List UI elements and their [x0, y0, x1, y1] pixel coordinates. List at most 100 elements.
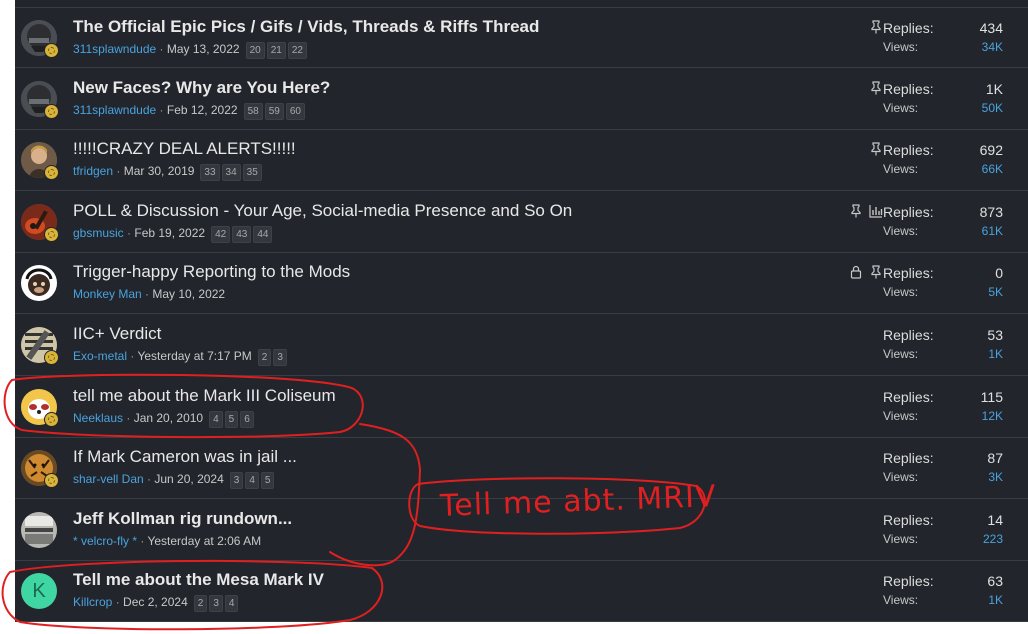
user-badge-icon [44, 411, 59, 427]
thread-row[interactable]: tell me about the Mark III Coliseum Neekl… [15, 377, 1028, 438]
page-jump-links: 58 59 60 [243, 102, 307, 120]
thread-row[interactable]: The Official Epic Pics / Gifs / Vids, Th… [15, 7, 1028, 68]
page-link[interactable]: 33 [200, 164, 220, 182]
thread-row[interactable]: POLL & Discussion - Your Age, Social-med… [15, 192, 1028, 253]
thread-row[interactable]: New Faces? Why are You Here? 311splawndud… [15, 69, 1028, 130]
page-link[interactable]: 2 [257, 349, 272, 366]
replies-count: 434 [979, 20, 1003, 36]
thread-title[interactable]: If Mark Cameron was in jail ... [73, 447, 297, 467]
meta-separator: · [112, 595, 124, 610]
thread-date[interactable]: May 10, 2022 [152, 287, 225, 301]
page-link[interactable]: 35 [242, 164, 262, 182]
thread-row[interactable]: K Tell me about the Mesa Mark IV Killcrop … [15, 561, 1028, 623]
page-link[interactable]: 3 [209, 595, 223, 613]
thread-date[interactable]: Jun 20, 2024 [154, 472, 223, 486]
views-label: Views: [883, 408, 919, 423]
pin-icon [869, 142, 883, 156]
thread-author[interactable]: 311splawndude [73, 42, 156, 56]
thread-author[interactable]: Exo-metal [73, 349, 127, 363]
page-link[interactable]: 42 [211, 225, 231, 243]
page-link[interactable]: 22 [287, 42, 307, 59]
meta-separator: · [127, 349, 138, 363]
thread-meta: shar-vell Dan · Jun 20, 2024 3 4 5 [73, 472, 276, 490]
lock-icon [849, 265, 863, 279]
page-link[interactable]: 34 [221, 164, 241, 182]
thread-status-icons [849, 204, 883, 218]
thread-meta: Killcrop · Dec 2, 2024 2 3 4 [73, 595, 241, 613]
thread-row[interactable]: IIC+ Verdict Exo-metal · Yesterday at 7:1… [15, 315, 1028, 376]
thread-date[interactable]: Yesterday at 7:17 PM [137, 349, 251, 363]
replies-count: 87 [987, 450, 1003, 467]
user-avatar[interactable] [21, 511, 57, 548]
page-link[interactable]: 5 [260, 472, 275, 490]
thread-author[interactable]: Monkey Man [73, 287, 142, 301]
thread-date[interactable]: Jan 20, 2010 [134, 411, 203, 425]
user-avatar[interactable]: K [21, 573, 57, 610]
thread-status-icons [849, 265, 883, 279]
thread-row[interactable]: Trigger-happy Reporting to the Mods Monke… [15, 253, 1028, 315]
views-count: 50K [981, 100, 1003, 115]
meta-separator: · [141, 287, 153, 302]
pin-icon [869, 20, 883, 34]
thread-date[interactable]: Feb 12, 2022 [167, 103, 238, 117]
thread-date[interactable]: Dec 2, 2024 [123, 595, 188, 609]
user-avatar[interactable] [21, 265, 57, 302]
meta-separator: · [113, 164, 124, 179]
thread-author[interactable]: tfridgen [73, 164, 113, 178]
meta-separator: · [156, 42, 167, 56]
replies-count: 63 [987, 573, 1003, 590]
page-link[interactable]: 4 [245, 472, 259, 490]
thread-date[interactable]: Feb 19, 2022 [134, 226, 205, 240]
thread-author[interactable]: shar-vell Dan [73, 472, 144, 486]
thread-meta: * velcro-fly * · Yesterday at 2:06 AM [73, 534, 261, 548]
page-link[interactable]: 21 [266, 42, 286, 59]
thread-row[interactable]: !!!!!CRAZY DEAL ALERTS!!!!! tfridgen · Ma… [15, 130, 1028, 192]
thread-title[interactable]: Tell me about the Mesa Mark IV [73, 570, 324, 590]
page-link[interactable]: 58 [243, 102, 263, 120]
page-link[interactable]: 60 [285, 102, 305, 120]
user-badge-icon [44, 226, 59, 242]
replies-label: Replies: [883, 265, 934, 282]
thread-author[interactable]: * velcro-fly * [73, 534, 137, 548]
views-count: 3K [988, 470, 1003, 485]
views-label: Views: [883, 347, 919, 361]
thread-list: The Official Epic Pics / Gifs / Vids, Th… [15, 0, 1028, 623]
page-link[interactable]: 2 [193, 595, 208, 613]
thread-author[interactable]: 311splawndude [73, 103, 156, 117]
page-link[interactable]: 43 [232, 225, 252, 243]
replies-count: 115 [980, 388, 1003, 405]
page-link[interactable]: 20 [245, 42, 265, 59]
page-link[interactable]: 4 [224, 595, 239, 613]
thread-date[interactable]: Yesterday at 2:06 AM [147, 534, 261, 548]
meta-separator: · [123, 410, 134, 425]
thread-title[interactable]: POLL & Discussion - Your Age, Social-med… [73, 201, 572, 221]
thread-author[interactable]: gbsmusic [73, 226, 124, 240]
replies-count: 14 [987, 511, 1003, 528]
page-jump-links: 234 [193, 595, 241, 613]
thread-title[interactable]: !!!!!CRAZY DEAL ALERTS!!!!! [73, 139, 296, 159]
replies-label: Replies: [883, 142, 934, 159]
views-label: Views: [883, 285, 919, 300]
thread-title[interactable]: Jeff Kollman rig rundown... [73, 509, 292, 529]
thread-meta: tfridgen · Mar 30, 2019 33 34 35 [73, 164, 264, 182]
page-link[interactable]: 44 [253, 225, 273, 243]
thread-title[interactable]: The Official Epic Pics / Gifs / Vids, Th… [73, 17, 539, 37]
thread-author[interactable]: Neeklaus [73, 411, 123, 425]
thread-author[interactable]: Killcrop [73, 595, 112, 609]
page-link[interactable]: 4 [209, 410, 223, 428]
thread-date[interactable]: May 13, 2022 [167, 42, 240, 56]
thread-date[interactable]: Mar 30, 2019 [124, 164, 195, 178]
thread-title[interactable]: IIC+ Verdict [73, 324, 161, 344]
page-link[interactable]: 6 [240, 410, 254, 428]
thread-title[interactable]: tell me about the Mark III Coliseum [73, 386, 336, 406]
page-link[interactable]: 3 [229, 472, 244, 490]
replies-count: 1K [985, 80, 1003, 97]
views-count: 1K [988, 593, 1003, 608]
thread-title[interactable]: New Faces? Why are You Here? [73, 78, 330, 98]
thread-status-icons [869, 142, 883, 156]
page-link[interactable]: 59 [264, 102, 284, 120]
thread-title[interactable]: Trigger-happy Reporting to the Mods [73, 262, 350, 282]
page-link[interactable]: 3 [273, 349, 287, 366]
thread-status-icons [869, 20, 883, 34]
page-link[interactable]: 5 [224, 410, 239, 428]
